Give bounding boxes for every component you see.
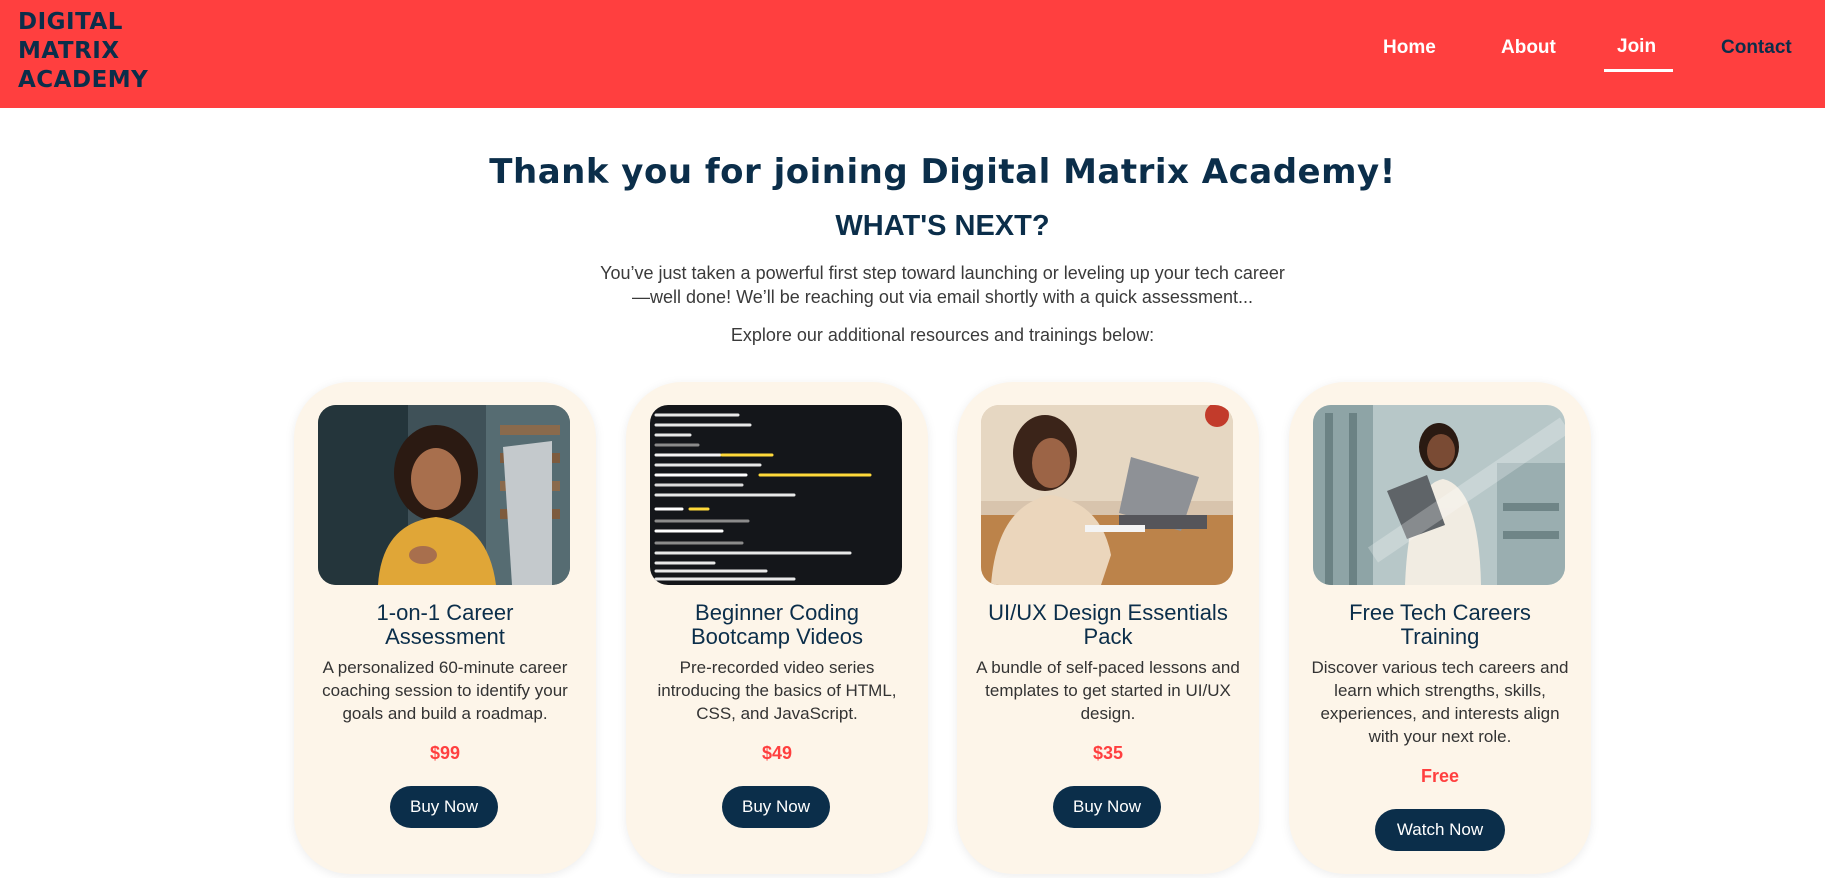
buy-now-button[interactable]: Buy Now — [1053, 786, 1161, 828]
buy-now-button[interactable]: Buy Now — [390, 786, 498, 828]
code-editor-photo — [650, 405, 902, 585]
product-image-uiux-pack — [981, 405, 1233, 585]
explore-text: Explore our additional resources and tra… — [730, 325, 1155, 345]
logo-line: ACADEMY — [18, 67, 149, 93]
logo-line: MATRIX — [18, 38, 120, 64]
career-coaching-photo — [318, 405, 570, 585]
product-image-coding-bootcamp — [650, 405, 902, 585]
product-description: A personalized 60-minute career coaching… — [322, 658, 568, 723]
product-title-line: Pack — [1083, 624, 1133, 649]
section-subtitle: WHAT'S NEXT? — [835, 210, 1050, 242]
product-description: Discover various tech careers and learn … — [1311, 658, 1569, 746]
product-image-tech-careers-training — [1313, 405, 1565, 585]
product-title: UI/UX Design Essentials Pack — [967, 601, 1249, 649]
product-title-line: Bootcamp Videos — [690, 624, 864, 649]
nav-active-indicator — [1604, 69, 1673, 72]
intro-text: You’ve just taken a powerful first step … — [0, 261, 1825, 309]
buy-now-button[interactable]: Buy Now — [722, 786, 830, 828]
product-price: $99 — [429, 743, 461, 763]
product-title-line: Training — [1400, 624, 1480, 649]
design-workspace-photo — [981, 405, 1233, 585]
product-title-line: Free Tech Careers — [1349, 600, 1531, 625]
product-price: Free — [1420, 766, 1460, 786]
product-title-line: UI/UX Design Essentials — [988, 600, 1228, 625]
nav-home[interactable]: Home — [1383, 37, 1436, 59]
nav-about[interactable]: About — [1501, 37, 1556, 59]
product-title: 1-on-1 Career Assessment — [304, 601, 586, 649]
product-title-line: 1-on-1 Career — [376, 600, 514, 625]
product-description: Pre-recorded video series introducing th… — [657, 658, 897, 723]
logo-line: DIGITAL — [18, 9, 123, 35]
product-card-uiux-pack: UI/UX Design Essentials Pack A bundle of… — [957, 382, 1259, 874]
page-title: Thank you for joining Digital Matrix Aca… — [489, 152, 1396, 192]
product-price: $49 — [761, 743, 793, 763]
product-title: Free Tech Careers Training — [1299, 601, 1581, 649]
site-header: DIGITAL MATRIX ACADEMY Home About Join C… — [0, 0, 1825, 108]
intro-line: You’ve just taken a powerful first step … — [600, 263, 1285, 283]
brand-logo[interactable]: DIGITAL MATRIX ACADEMY — [18, 8, 148, 95]
product-title: Beginner Coding Bootcamp Videos — [636, 601, 918, 649]
product-title-line: Assessment — [385, 624, 505, 649]
intro-line: —well done! We’ll be reaching out via em… — [632, 287, 1253, 307]
tablet-user-photo — [1313, 405, 1565, 585]
product-card-career-assessment: 1-on-1 Career Assessment A personalized … — [294, 382, 596, 874]
nav-contact[interactable]: Contact — [1721, 37, 1792, 59]
product-image-career-assessment — [318, 405, 570, 585]
product-card-tech-careers-training: Free Tech Careers Training Discover vari… — [1289, 382, 1591, 874]
product-description: A bundle of self-paced lessons and templ… — [976, 658, 1240, 723]
nav-join[interactable]: Join — [1617, 36, 1656, 58]
product-price: $35 — [1092, 743, 1124, 763]
product-card-coding-bootcamp: Beginner Coding Bootcamp Videos Pre-reco… — [626, 382, 928, 874]
watch-now-button[interactable]: Watch Now — [1375, 809, 1505, 851]
product-title-line: Beginner Coding — [695, 600, 859, 625]
